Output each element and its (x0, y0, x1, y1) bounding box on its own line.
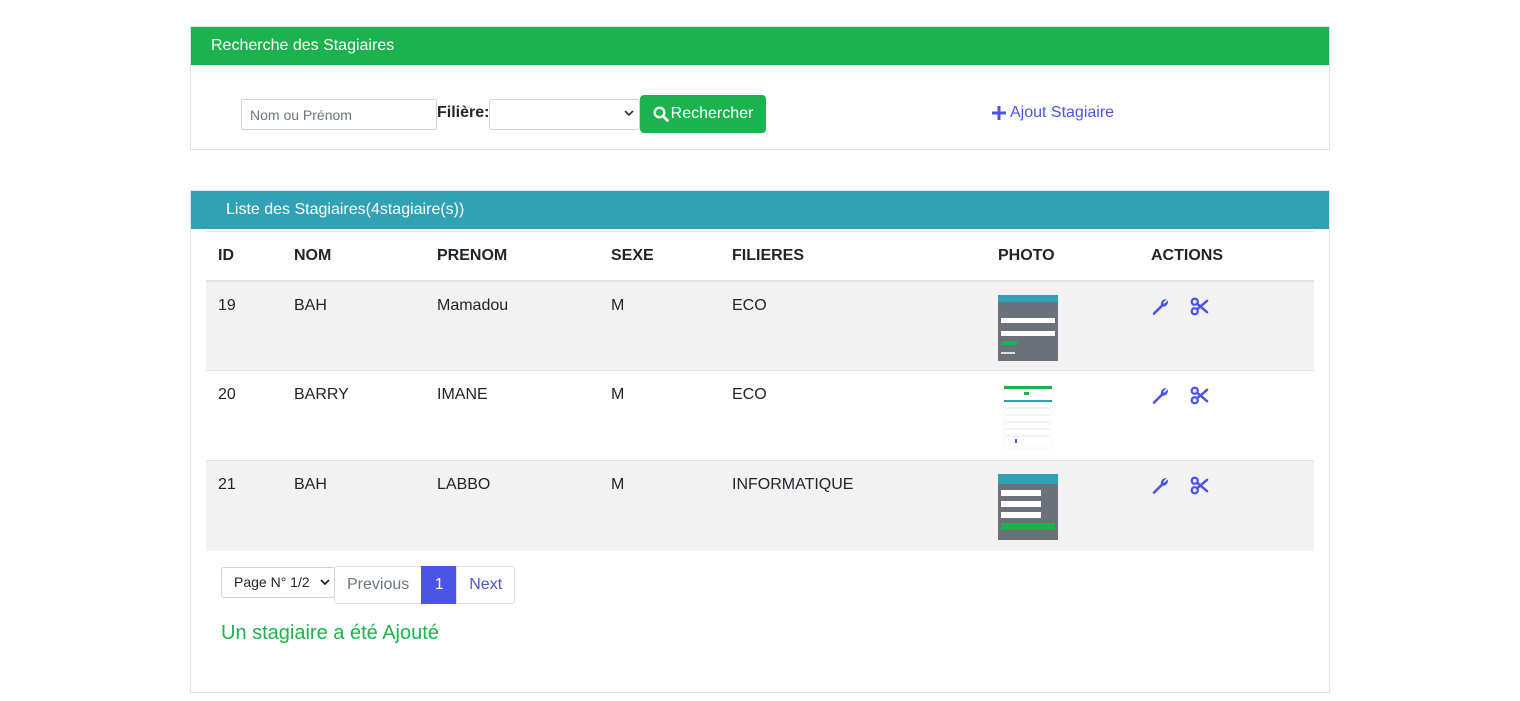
cell-actions (1139, 280, 1314, 371)
photo-thumbnail (1003, 385, 1053, 449)
cell-filiere: INFORMATIQUE (720, 460, 986, 551)
list-panel-title: Liste des Stagiaires(4stagiaire(s)) (191, 191, 1329, 229)
add-stagiaire-link[interactable]: Ajout Stagiaire (992, 104, 1114, 122)
chevron-down-icon (320, 578, 330, 585)
cell-prenom: LABBO (425, 460, 599, 551)
header-actions: ACTIONS (1139, 231, 1314, 282)
photo-thumbnail (998, 474, 1058, 540)
search-form: Filière: Rechercher Ajout Stagiaire (191, 65, 1329, 149)
header-photo: PHOTO (986, 231, 1139, 282)
page-1-button[interactable]: 1 (421, 566, 458, 604)
wrench-icon[interactable] (1151, 297, 1170, 316)
cell-id: 20 (206, 370, 282, 461)
success-message: Un stagiaire a été Ajouté (221, 622, 439, 644)
search-button[interactable]: Rechercher (640, 95, 766, 133)
cell-sexe: M (599, 370, 720, 461)
pagination: Page N° 1/2 Previous 1 Next (221, 566, 516, 604)
cell-filiere: ECO (720, 370, 986, 461)
search-button-label: Rechercher (670, 105, 754, 122)
filiere-select[interactable] (489, 99, 640, 130)
cell-id: 21 (206, 460, 282, 551)
search-panel-title: Recherche des Stagiaires (191, 27, 1329, 65)
wrench-icon[interactable] (1151, 386, 1170, 405)
stagiaires-table: ID NOM PRENOM SEXE FILIERES PHOTO ACTION… (206, 231, 1314, 551)
plus-icon (992, 106, 1006, 120)
cell-prenom: IMANE (425, 370, 599, 461)
chevron-down-icon (624, 110, 634, 117)
page-select-value: Page N° 1/2 (234, 574, 310, 590)
table-header-row: ID NOM PRENOM SEXE FILIERES PHOTO ACTION… (206, 231, 1314, 282)
header-nom: NOM (282, 231, 425, 282)
cell-nom: BAH (282, 280, 425, 371)
table-row: 21 BAH LABBO M INFORMATIQUE (206, 460, 1314, 551)
list-panel: Liste des Stagiaires(4stagiaire(s)) ID N… (190, 190, 1330, 693)
search-panel: Recherche des Stagiaires Filière: Recher… (190, 26, 1330, 150)
search-icon (653, 106, 669, 122)
filiere-label: Filière: (437, 104, 490, 121)
cell-prenom: Mamadou (425, 280, 599, 371)
search-input[interactable] (241, 99, 437, 130)
cell-nom: BARRY (282, 370, 425, 461)
cell-id: 19 (206, 280, 282, 371)
scissors-icon[interactable] (1190, 476, 1209, 495)
cell-actions (1139, 460, 1314, 551)
wrench-icon[interactable] (1151, 476, 1170, 495)
table-row: 19 BAH Mamadou M ECO (206, 280, 1314, 371)
header-prenom: PRENOM (425, 231, 599, 282)
scissors-icon[interactable] (1190, 386, 1209, 405)
cell-filiere: ECO (720, 280, 986, 371)
cell-photo (986, 280, 1139, 371)
cell-actions (1139, 370, 1314, 461)
cell-nom: BAH (282, 460, 425, 551)
scissors-icon[interactable] (1190, 297, 1209, 316)
previous-page-button[interactable]: Previous (334, 566, 423, 604)
add-stagiaire-label: Ajout Stagiaire (1010, 104, 1115, 121)
cell-sexe: M (599, 280, 720, 371)
page-select[interactable]: Page N° 1/2 (221, 566, 335, 598)
photo-thumbnail (998, 294, 1058, 361)
header-filieres: FILIERES (720, 231, 986, 282)
cell-photo (986, 460, 1139, 551)
header-id: ID (206, 231, 282, 282)
header-sexe: SEXE (599, 231, 720, 282)
cell-sexe: M (599, 460, 720, 551)
cell-photo (986, 370, 1139, 461)
next-page-button[interactable]: Next (456, 566, 516, 604)
table-row: 20 BARRY IMANE M ECO (206, 370, 1314, 461)
